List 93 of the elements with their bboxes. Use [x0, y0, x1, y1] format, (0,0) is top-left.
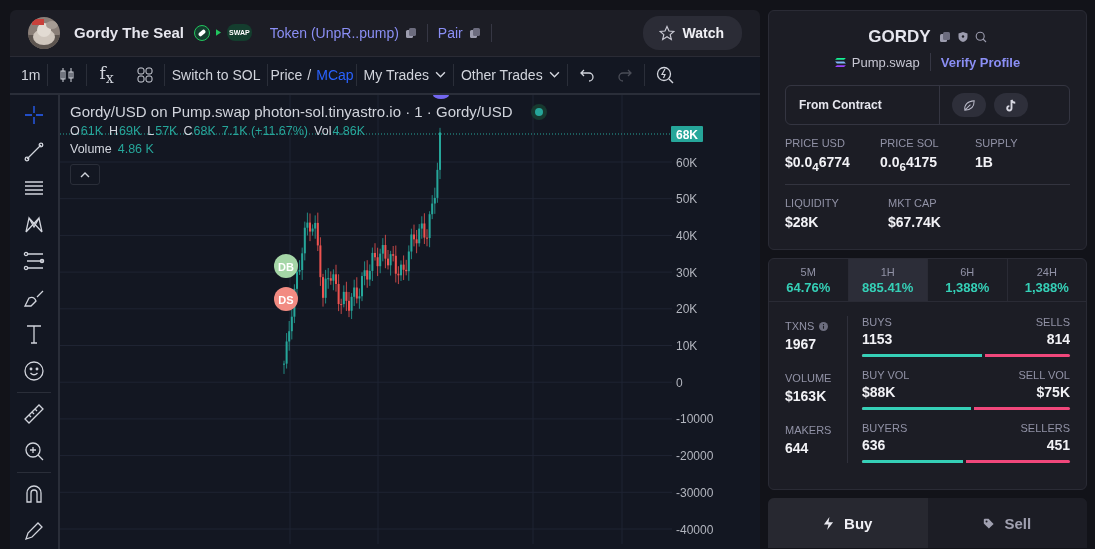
flow-value: 636: [862, 437, 886, 453]
summary-label: TXNS: [785, 320, 815, 332]
ohlc-value: H69K: [109, 124, 142, 138]
verify-profile-link[interactable]: Verify Profile: [940, 54, 1021, 70]
axis-label: 30K: [676, 265, 698, 280]
price-badge: 68K: [671, 126, 703, 142]
summary-label: VOLUME: [785, 372, 832, 384]
flow-label: BUYS: [862, 316, 892, 328]
axis-label: -10000: [676, 412, 714, 427]
search-icon[interactable]: [974, 31, 987, 43]
stat-label: LIQUIDITY: [785, 196, 840, 209]
token-link[interactable]: Token (UnpR..pump): [269, 24, 417, 41]
axis-label: -20000: [676, 449, 714, 464]
flow-label: SELL VOL: [1018, 369, 1070, 381]
timeframe-tab[interactable]: 5M 64.76%: [769, 259, 849, 301]
pill-icon: [194, 24, 211, 41]
ohlc-value: L57K: [147, 124, 178, 138]
stat-value: 0.0$_{6}$4175: [880, 154, 939, 173]
watch-button[interactable]: Watch: [642, 15, 742, 50]
trades-dropdown[interactable]: Other Trades: [453, 59, 567, 90]
stat-value: $0.0$_{4}$6774: [785, 154, 851, 173]
star-icon: [658, 24, 675, 41]
alert-search-icon: [654, 64, 675, 85]
volume-study-value: 4.86 K: [117, 142, 154, 156]
axis-label: 0: [676, 375, 683, 390]
ohlc-value: C68K: [183, 124, 216, 138]
flow-value: 814: [1046, 331, 1070, 347]
flow-label: SELLERS: [1020, 422, 1070, 434]
tiktok-icon[interactable]: [994, 93, 1028, 117]
summary-value: $163K: [785, 388, 828, 404]
flow-value: $88K: [862, 384, 896, 400]
chart-title: Gordy/USD on Pump.swap photon-sol.tinyastro.io · 1 · Gordy/USD: [70, 103, 513, 120]
flow-value: 451: [1046, 437, 1070, 453]
summary-value: 644: [785, 440, 810, 456]
copy-icon[interactable]: [404, 26, 417, 39]
price-mode-option[interactable]: Price: [268, 59, 305, 90]
stat-label: MKT CAP: [888, 196, 938, 209]
copy-icon[interactable]: [938, 31, 951, 43]
indicators-button[interactable]: f$_{x}$: [87, 59, 126, 90]
bolt-icon: [823, 516, 835, 530]
axis-label: 50K: [676, 192, 698, 207]
collapse-button[interactable]: [70, 164, 100, 185]
axis-label: 60K: [676, 155, 698, 170]
stat-value: $28K: [785, 213, 820, 230]
axis-label: 20K: [676, 302, 698, 317]
token-symbol: GORDY: [868, 27, 931, 47]
switch-currency-button[interactable]: Switch to SOL: [164, 59, 268, 90]
flow-value: 1153: [862, 331, 893, 347]
price-mode-option[interactable]: MCap: [314, 59, 356, 90]
copy-icon[interactable]: [468, 26, 481, 39]
candles-icon: [58, 65, 77, 84]
chevron-up-icon: [80, 171, 90, 178]
axis-label: 40K: [676, 228, 698, 243]
stat-value: 1B: [975, 154, 994, 170]
pair-link[interactable]: Pair: [437, 24, 481, 41]
timeframe-tab[interactable]: 6H 1,388%: [928, 259, 1008, 301]
tag-icon: [983, 516, 995, 530]
volume-study-label: Volume: [70, 142, 112, 156]
stat-value: $67.74K: [888, 213, 942, 230]
stat-label: PRICE USD: [785, 137, 846, 149]
stat-label: PRICE SOL: [880, 137, 940, 149]
flow-label: BUY VOL: [862, 369, 910, 381]
stat-label: SUPPLY: [975, 137, 1019, 149]
summary-label: MAKERS: [785, 424, 832, 436]
caret-icon: [548, 71, 560, 79]
volume-value: Vol4.86K: [314, 124, 366, 138]
arrow-icon: [216, 29, 222, 37]
status-dot: [534, 107, 543, 116]
ohlc-value: O61K: [70, 124, 103, 138]
flow-value: $75K: [1036, 384, 1070, 400]
change-value: 7.1K (+11.67%): [221, 124, 309, 138]
trades-dropdown[interactable]: My Trades: [356, 59, 453, 90]
interval-button[interactable]: 1m: [14, 59, 48, 90]
source-label: From Contract: [786, 86, 940, 124]
dex-name: Pump.swap: [851, 54, 920, 70]
timeframe-tab[interactable]: 24H 1,388%: [1007, 259, 1086, 301]
axis-label: 10K: [676, 339, 698, 353]
axis-label: -30000: [676, 485, 714, 500]
solana-icon: [834, 57, 846, 67]
leaf-icon[interactable]: [952, 93, 986, 117]
separator-text: /: [306, 66, 313, 83]
token-name: Gordy The Seal: [74, 24, 185, 42]
info-icon[interactable]: [819, 321, 829, 331]
timeframe-tab[interactable]: 1H 885.41%: [848, 259, 928, 301]
grid-icon: [135, 65, 154, 84]
event-marker[interactable]: [433, 95, 449, 99]
axis-label: -40000: [676, 522, 714, 537]
summary-value: 1967: [785, 336, 818, 352]
flow-label: BUYERS: [862, 422, 908, 434]
buy-tab[interactable]: Buy: [768, 498, 928, 548]
flow-label: SELLS: [1035, 316, 1070, 328]
shield-icon[interactable]: [956, 31, 969, 43]
caret-icon: [434, 71, 446, 79]
